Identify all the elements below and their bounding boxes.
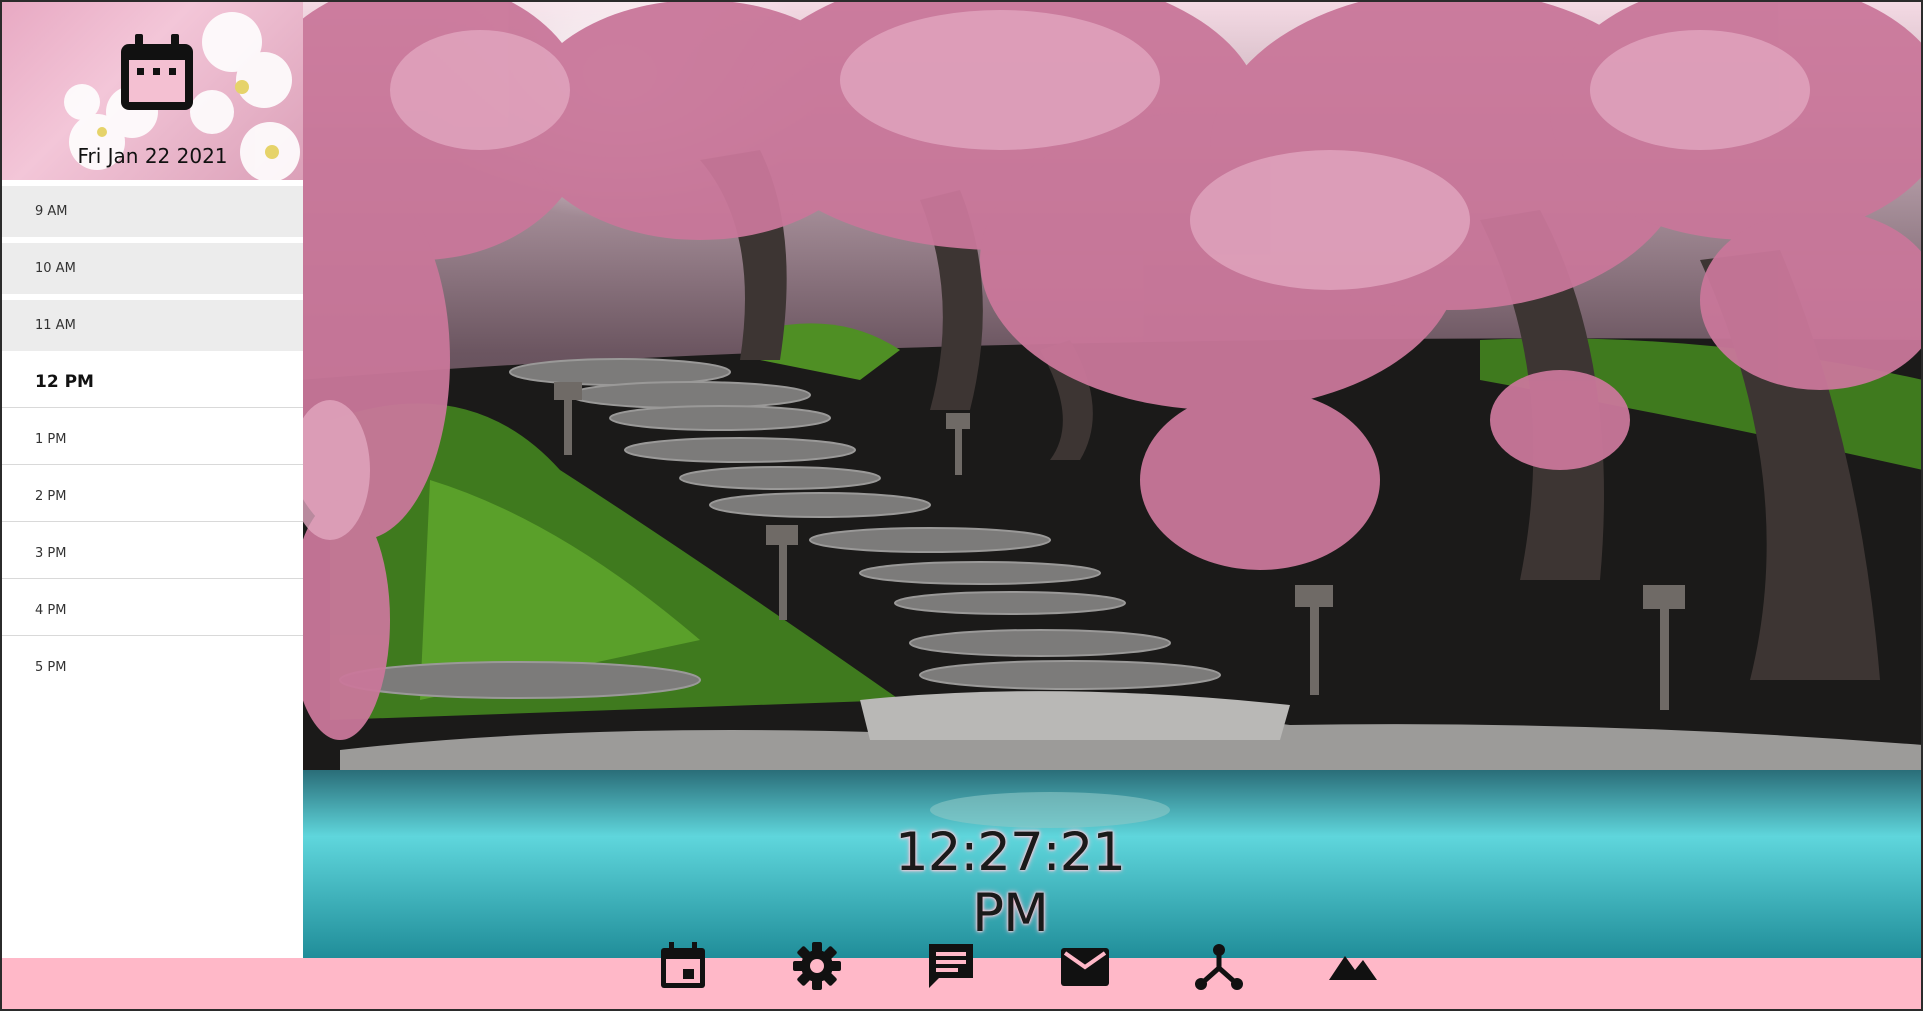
hour-label: 12 PM [35, 372, 94, 392]
hour-label: 3 PM [35, 545, 67, 561]
date-header: Fri Jan 22 2021 [2, 2, 303, 180]
hour-row-3pm[interactable]: 3 PM [2, 528, 303, 579]
hour-row-2pm[interactable]: 2 PM [2, 471, 303, 522]
hour-row-10am[interactable]: 10 AM [2, 243, 303, 294]
taskbar-network-button[interactable] [1189, 936, 1249, 996]
date-label: Fri Jan 22 2021 [77, 144, 228, 168]
hour-label: 9 AM [35, 204, 68, 219]
clock-display: 12:27:21 PM [894, 822, 1126, 944]
taskbar-settings-button[interactable] [787, 936, 847, 996]
hour-row-5pm[interactable]: 5 PM [2, 642, 303, 693]
hour-label: 10 AM [35, 261, 76, 276]
taskbar-mail-button[interactable] [1055, 936, 1115, 996]
hour-label: 11 AM [35, 318, 76, 333]
hour-label: 5 PM [35, 660, 67, 675]
chat-icon [929, 944, 973, 988]
schedule-sidebar: Fri Jan 22 2021 9 AM 10 AM 11 AM 12 PM 1… [2, 2, 303, 958]
landscape-icon [1329, 956, 1377, 980]
mail-icon [1061, 948, 1109, 986]
hour-row-11am[interactable]: 11 AM [2, 300, 303, 351]
hour-row-1pm[interactable]: 1 PM [2, 414, 303, 465]
calendar-icon [661, 942, 705, 988]
hour-label: 2 PM [35, 488, 67, 504]
taskbar-chat-button[interactable] [921, 936, 981, 996]
hour-list: 9 AM 10 AM 11 AM 12 PM 1 PM 2 PM 3 PM 4 … [2, 186, 303, 699]
hour-row-9am[interactable]: 9 AM [2, 186, 303, 237]
taskbar-calendar-button[interactable] [653, 936, 713, 996]
hour-row-12pm[interactable]: 12 PM [2, 357, 303, 408]
network-icon [1195, 944, 1243, 990]
hour-row-4pm[interactable]: 4 PM [2, 585, 303, 636]
gear-icon [793, 942, 841, 990]
taskbar-landscape-button[interactable] [1323, 936, 1383, 996]
hour-label: 1 PM [35, 431, 67, 447]
calendar-icon[interactable] [115, 32, 199, 116]
hour-label: 4 PM [35, 602, 67, 618]
